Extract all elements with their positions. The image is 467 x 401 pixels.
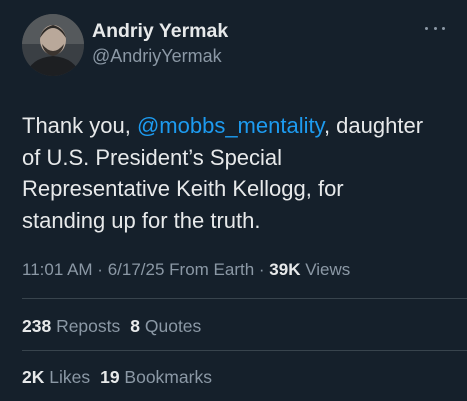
separator: · bbox=[92, 260, 108, 279]
stats-row-1: 238 Reposts 8 Quotes bbox=[22, 316, 201, 337]
views-count: 39K bbox=[269, 260, 301, 279]
likes-stat[interactable]: 2K Likes bbox=[22, 367, 90, 387]
stats-row-2: 2K Likes 19 Bookmarks bbox=[22, 367, 212, 388]
reposts-label: Reposts bbox=[51, 316, 121, 336]
divider bbox=[22, 298, 467, 299]
author-name[interactable]: Andriy Yermak bbox=[92, 20, 228, 43]
quotes-count: 8 bbox=[130, 316, 140, 336]
tweet-date[interactable]: 6/17/25 bbox=[108, 260, 165, 279]
author-handle[interactable]: @AndriyYermak bbox=[92, 46, 222, 67]
reposts-count: 238 bbox=[22, 316, 52, 336]
dot bbox=[433, 26, 437, 30]
avatar-image bbox=[22, 14, 84, 76]
divider bbox=[22, 350, 467, 351]
more-horizontal-icon[interactable] bbox=[425, 22, 445, 34]
bookmarks-stat[interactable]: 19 Bookmarks bbox=[100, 367, 212, 387]
tweet-line-4: standing up for the truth. bbox=[22, 207, 261, 233]
views-label: Views bbox=[300, 260, 351, 279]
tweet-line-3: Representative Keith Kellogg, for bbox=[22, 176, 344, 201]
avatar[interactable] bbox=[22, 14, 84, 76]
tweet-line-2: of U.S. President’s Special bbox=[22, 144, 283, 170]
tweet-line-1: Thank you, @mobbs_mentality, daughter bbox=[22, 110, 452, 142]
separator: · bbox=[254, 260, 270, 279]
reposts-stat[interactable]: 238 Reposts bbox=[22, 316, 120, 336]
quotes-label: Quotes bbox=[140, 316, 202, 336]
tweet-meta: 11:01 AM · 6/17/25 From Earth · 39K View… bbox=[22, 260, 350, 280]
bookmarks-label: Bookmarks bbox=[119, 367, 212, 387]
tweet-text-segment: Thank you, bbox=[22, 113, 137, 138]
likes-count: 2K bbox=[22, 367, 45, 387]
bookmarks-count: 19 bbox=[100, 367, 120, 387]
dot bbox=[442, 26, 445, 30]
quotes-stat[interactable]: 8 Quotes bbox=[130, 316, 201, 336]
tweet-text-segment: , daughter bbox=[323, 113, 424, 138]
likes-label: Likes bbox=[44, 367, 91, 387]
tweet-text: Thank you, @mobbs_mentality, daughter of… bbox=[22, 110, 452, 236]
tweet-time[interactable]: 11:01 AM bbox=[22, 260, 93, 279]
mention-link[interactable]: @mobbs_mentality bbox=[137, 113, 324, 138]
tweet-source: From Earth bbox=[164, 260, 255, 279]
dot bbox=[425, 26, 428, 30]
